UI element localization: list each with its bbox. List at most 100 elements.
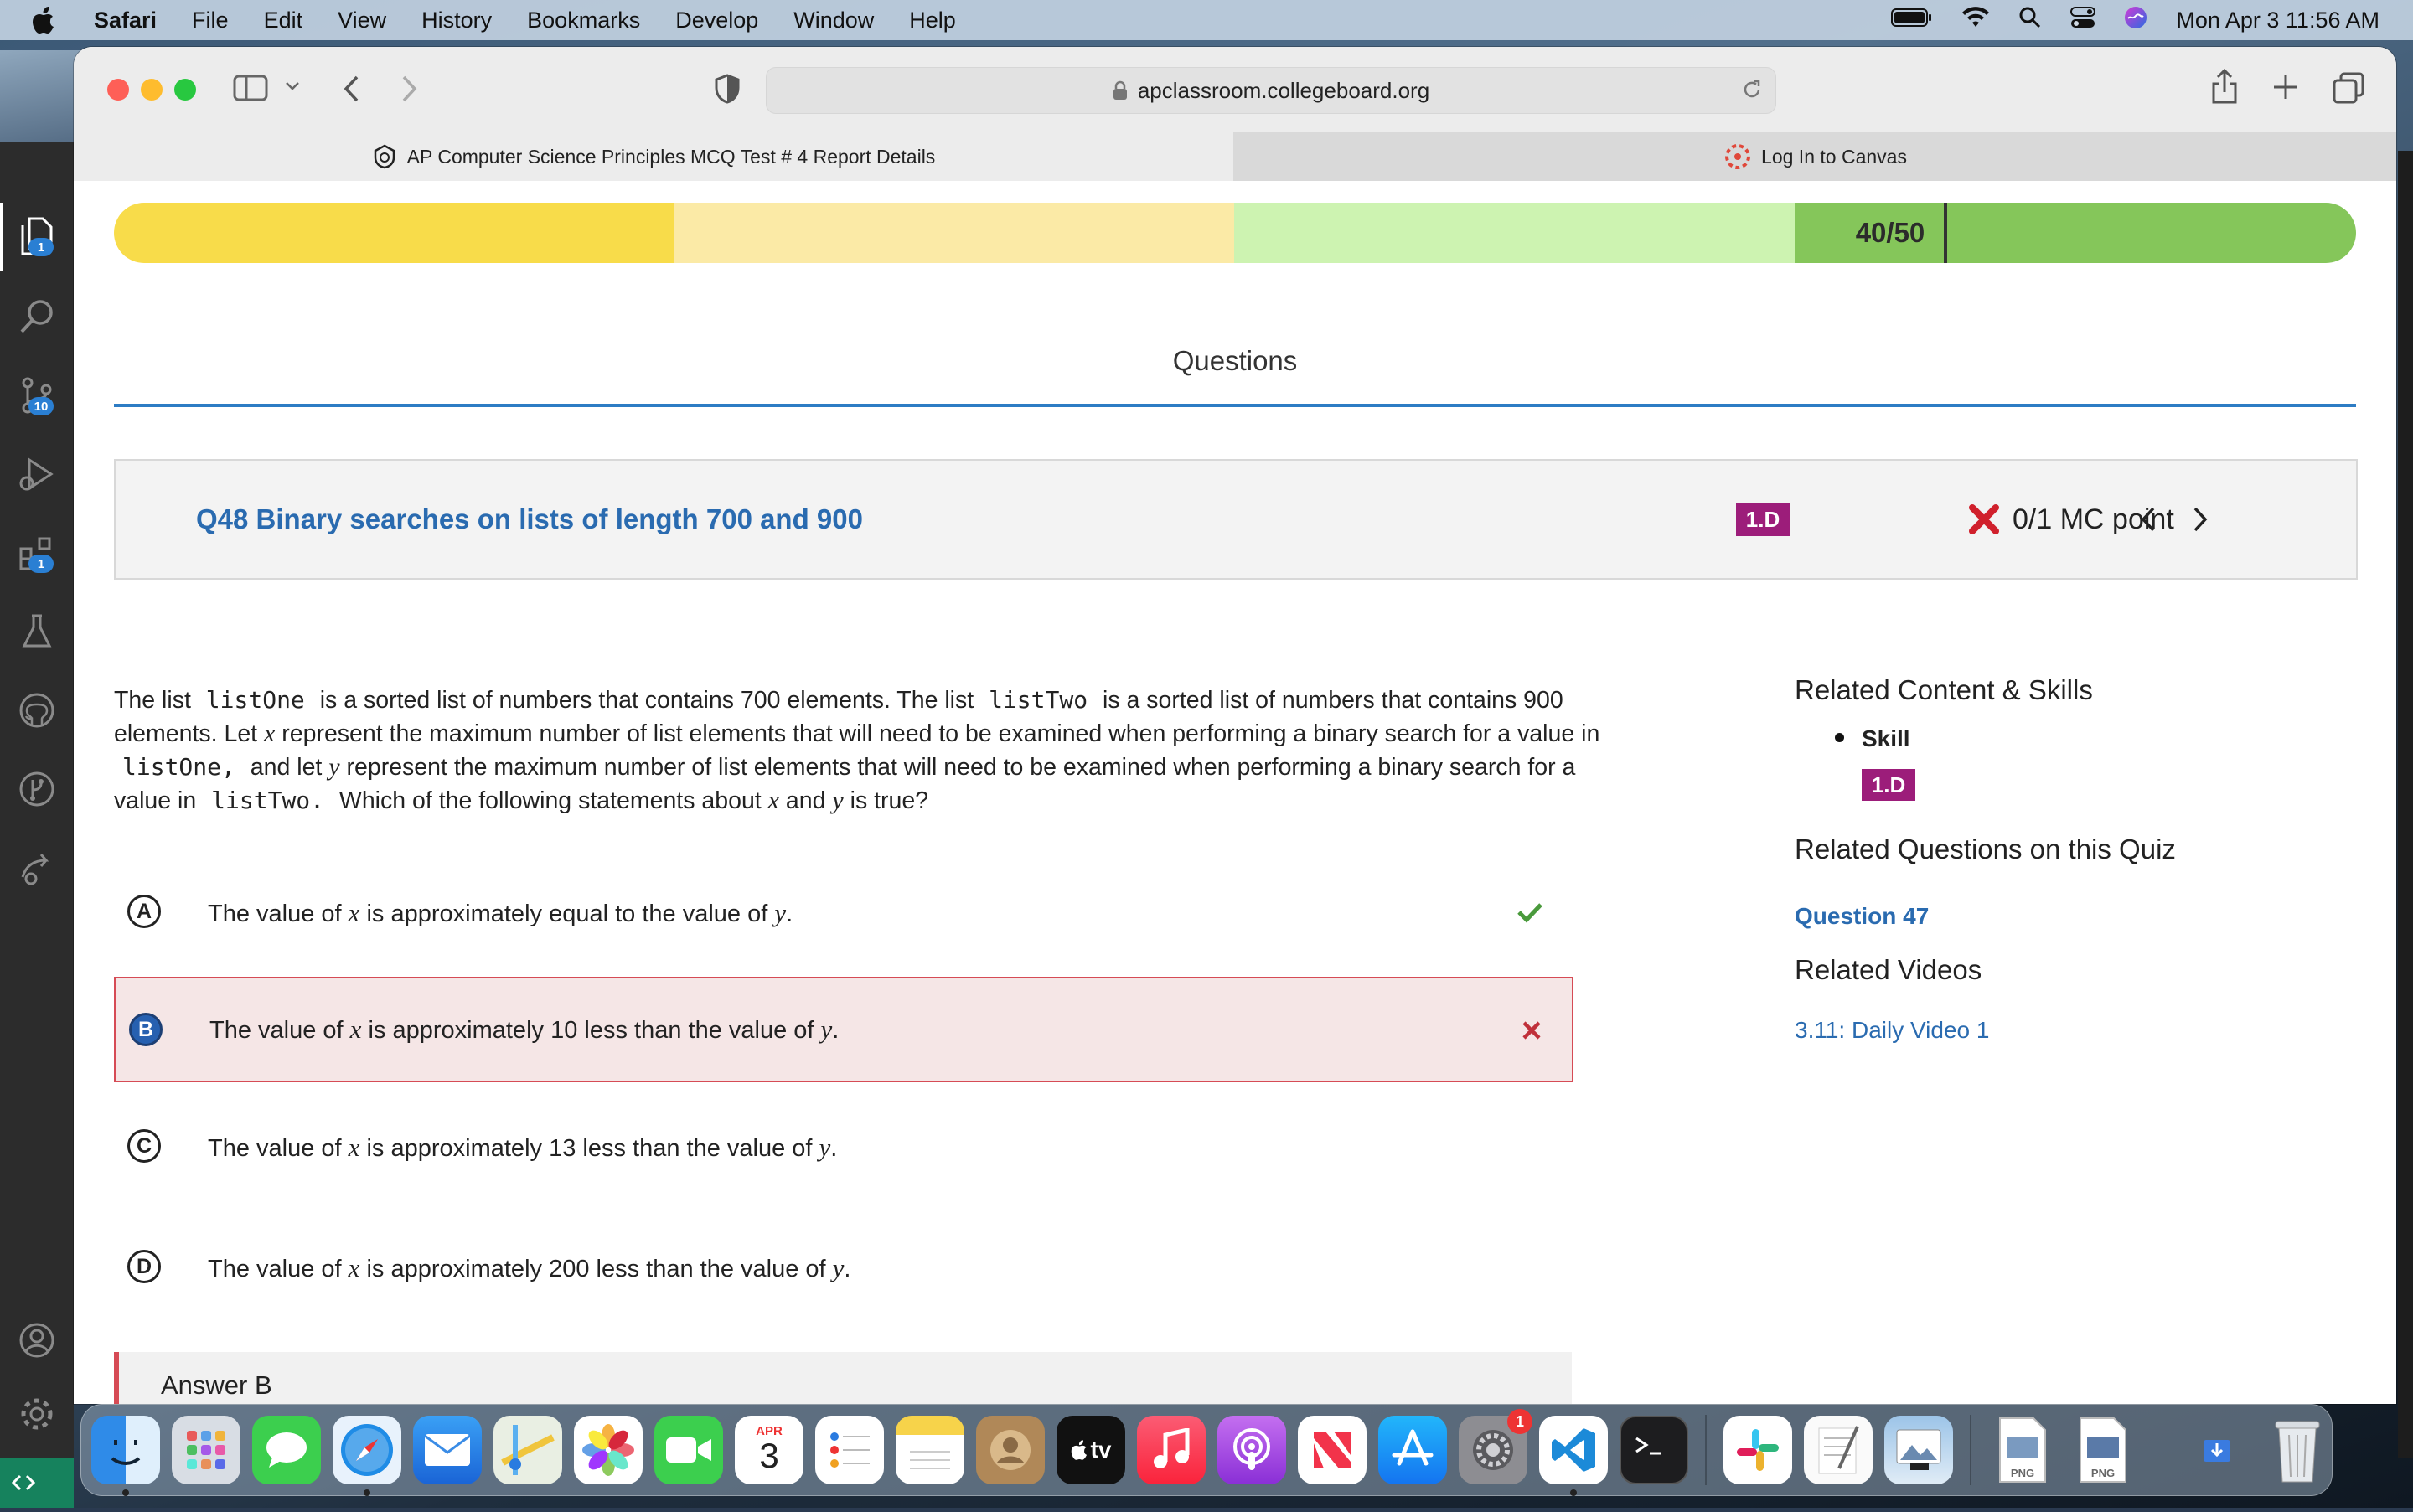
chevron-down-icon[interactable] xyxy=(285,80,300,92)
terminal-dock-icon[interactable] xyxy=(1620,1416,1688,1484)
explorer-icon[interactable]: 1 xyxy=(15,214,59,258)
stem-code: listOne, xyxy=(122,753,235,781)
menu-clock[interactable]: Mon Apr 3 11:56 AM xyxy=(2176,8,2379,34)
related-question-link[interactable]: Question 47 xyxy=(1795,903,1929,930)
menu-bookmarks[interactable]: Bookmarks xyxy=(527,8,640,34)
question-title[interactable]: Q48 Binary searches on lists of length 7… xyxy=(196,461,863,578)
new-tab-plus-icon[interactable] xyxy=(2272,74,2299,101)
vscode-activity-bar: 1 10 1 xyxy=(0,151,74,1458)
lock-icon xyxy=(1113,80,1128,101)
spotlight-search-icon[interactable] xyxy=(2018,6,2042,35)
apple-tv-dock-icon[interactable]: tv xyxy=(1057,1416,1125,1484)
close-window-button[interactable] xyxy=(107,79,129,101)
score-marker xyxy=(1944,203,1947,263)
preview-dock-icon[interactable] xyxy=(1884,1416,1953,1484)
vscode-dock-icon[interactable] xyxy=(1539,1416,1608,1496)
slack-dock-icon[interactable] xyxy=(1723,1416,1792,1484)
finder-dock-icon[interactable] xyxy=(91,1416,160,1496)
search-icon[interactable] xyxy=(15,295,59,338)
trash-dock-icon[interactable] xyxy=(2263,1416,2332,1484)
maps-dock-icon[interactable] xyxy=(493,1416,562,1484)
menu-view[interactable]: View xyxy=(338,8,386,34)
settings-gear-icon[interactable] xyxy=(15,1392,59,1436)
stem-variable: x xyxy=(767,787,779,814)
score-progress-bar: 40/50 xyxy=(114,203,2356,263)
tab-ap-report[interactable]: AP Computer Science Principles MCQ Test … xyxy=(74,132,1233,181)
address-bar[interactable]: apclassroom.collegeboard.org xyxy=(766,67,1776,114)
answer-choice-a[interactable]: A The value of x is approximately equal … xyxy=(114,860,1572,966)
minimize-window-button[interactable] xyxy=(141,79,163,101)
answer-choice-c[interactable]: C The value of x is approximately 13 les… xyxy=(114,1095,1572,1200)
reload-icon[interactable] xyxy=(1740,78,1764,107)
menu-develop[interactable]: Develop xyxy=(675,8,758,34)
png-file-dock-icon[interactable]: PNG xyxy=(2069,1416,2137,1484)
previous-question-chevron-icon[interactable] xyxy=(2130,501,2167,538)
file-type-label: PNG xyxy=(2010,1467,2035,1479)
menu-edit[interactable]: Edit xyxy=(264,8,303,34)
menu-history[interactable]: History xyxy=(421,8,492,34)
privacy-shield-icon[interactable] xyxy=(714,74,741,104)
running-indicator xyxy=(1570,1489,1577,1496)
share-icon[interactable] xyxy=(2210,69,2239,104)
calendar-dock-icon[interactable]: APR 3 xyxy=(735,1416,803,1484)
tab-overview-icon[interactable] xyxy=(2333,72,2364,104)
live-share-icon[interactable] xyxy=(15,846,59,890)
testing-flask-icon[interactable] xyxy=(15,610,59,653)
github-icon[interactable] xyxy=(15,689,59,732)
source-control-icon[interactable]: 10 xyxy=(15,374,59,417)
reminders-dock-icon[interactable] xyxy=(815,1416,884,1484)
menu-help[interactable]: Help xyxy=(909,8,956,34)
zoom-window-button[interactable] xyxy=(174,79,196,101)
back-button-icon[interactable] xyxy=(342,74,362,104)
run-debug-icon[interactable] xyxy=(15,452,59,496)
launchpad-dock-icon[interactable] xyxy=(172,1416,240,1484)
next-question-chevron-icon[interactable] xyxy=(2182,501,2219,538)
photos-dock-icon[interactable] xyxy=(574,1416,643,1484)
answer-explanation: Answer B xyxy=(114,1352,1572,1404)
tab-bar: AP Computer Science Principles MCQ Test … xyxy=(74,132,2396,182)
wifi-icon[interactable] xyxy=(1961,6,1990,34)
png-file-dock-icon[interactable]: PNG xyxy=(1988,1416,2057,1484)
related-video-link[interactable]: 3.11: Daily Video 1 xyxy=(1795,1017,1989,1044)
answer-choice-b[interactable]: B The value of x is approximately 10 les… xyxy=(114,977,1573,1082)
textedit-dock-icon[interactable] xyxy=(1804,1416,1873,1484)
menu-window[interactable]: Window xyxy=(793,8,874,34)
explorer-badge: 1 xyxy=(28,238,54,256)
podcasts-dock-icon[interactable] xyxy=(1217,1416,1286,1484)
tv-label: tv xyxy=(1090,1437,1112,1463)
tab-title: AP Computer Science Principles MCQ Test … xyxy=(406,145,936,168)
battery-icon[interactable] xyxy=(1891,8,1933,34)
accounts-icon[interactable] xyxy=(15,1318,59,1362)
forward-button-icon[interactable] xyxy=(399,74,419,104)
sidebar-toggle-icon[interactable] xyxy=(233,74,268,102)
menu-app-name[interactable]: Safari xyxy=(94,8,157,34)
siri-icon[interactable] xyxy=(2124,6,2147,35)
news-dock-icon[interactable] xyxy=(1298,1416,1367,1484)
choice-text: The value of x is approximately 13 less … xyxy=(208,1133,838,1162)
notes-dock-icon[interactable] xyxy=(896,1416,964,1484)
facetime-dock-icon[interactable] xyxy=(654,1416,723,1484)
mail-dock-icon[interactable] xyxy=(413,1416,482,1484)
downloads-stack-icon[interactable] xyxy=(2183,1416,2251,1484)
menu-file[interactable]: File xyxy=(192,8,229,34)
apple-menu-icon[interactable] xyxy=(32,6,64,34)
tab-canvas-login[interactable]: Log In to Canvas xyxy=(1235,132,2396,181)
canvas-logo-icon xyxy=(1724,143,1751,170)
system-preferences-dock-icon[interactable]: 1 xyxy=(1459,1409,1532,1484)
app-store-dock-icon[interactable] xyxy=(1378,1416,1447,1484)
music-dock-icon[interactable] xyxy=(1137,1416,1206,1484)
safari-dock-icon[interactable] xyxy=(333,1416,401,1496)
messages-dock-icon[interactable] xyxy=(252,1416,321,1484)
wrong-x-icon xyxy=(1517,1015,1547,1045)
contacts-dock-icon[interactable] xyxy=(976,1416,1045,1484)
control-center-icon[interactable] xyxy=(2070,6,2096,35)
related-videos-heading: Related Videos xyxy=(1795,954,1982,985)
vscode-remote-status[interactable] xyxy=(0,1458,74,1508)
answer-choice-d[interactable]: D The value of x is approximately 200 le… xyxy=(114,1215,1572,1321)
section-underline xyxy=(114,404,2356,407)
git-graph-icon[interactable] xyxy=(15,767,59,811)
related-content-heading: Related Content & Skills xyxy=(1795,674,2093,705)
college-board-acorn-icon xyxy=(372,144,397,169)
calendar-day: 3 xyxy=(759,1435,779,1475)
extensions-icon[interactable]: 1 xyxy=(15,531,59,575)
